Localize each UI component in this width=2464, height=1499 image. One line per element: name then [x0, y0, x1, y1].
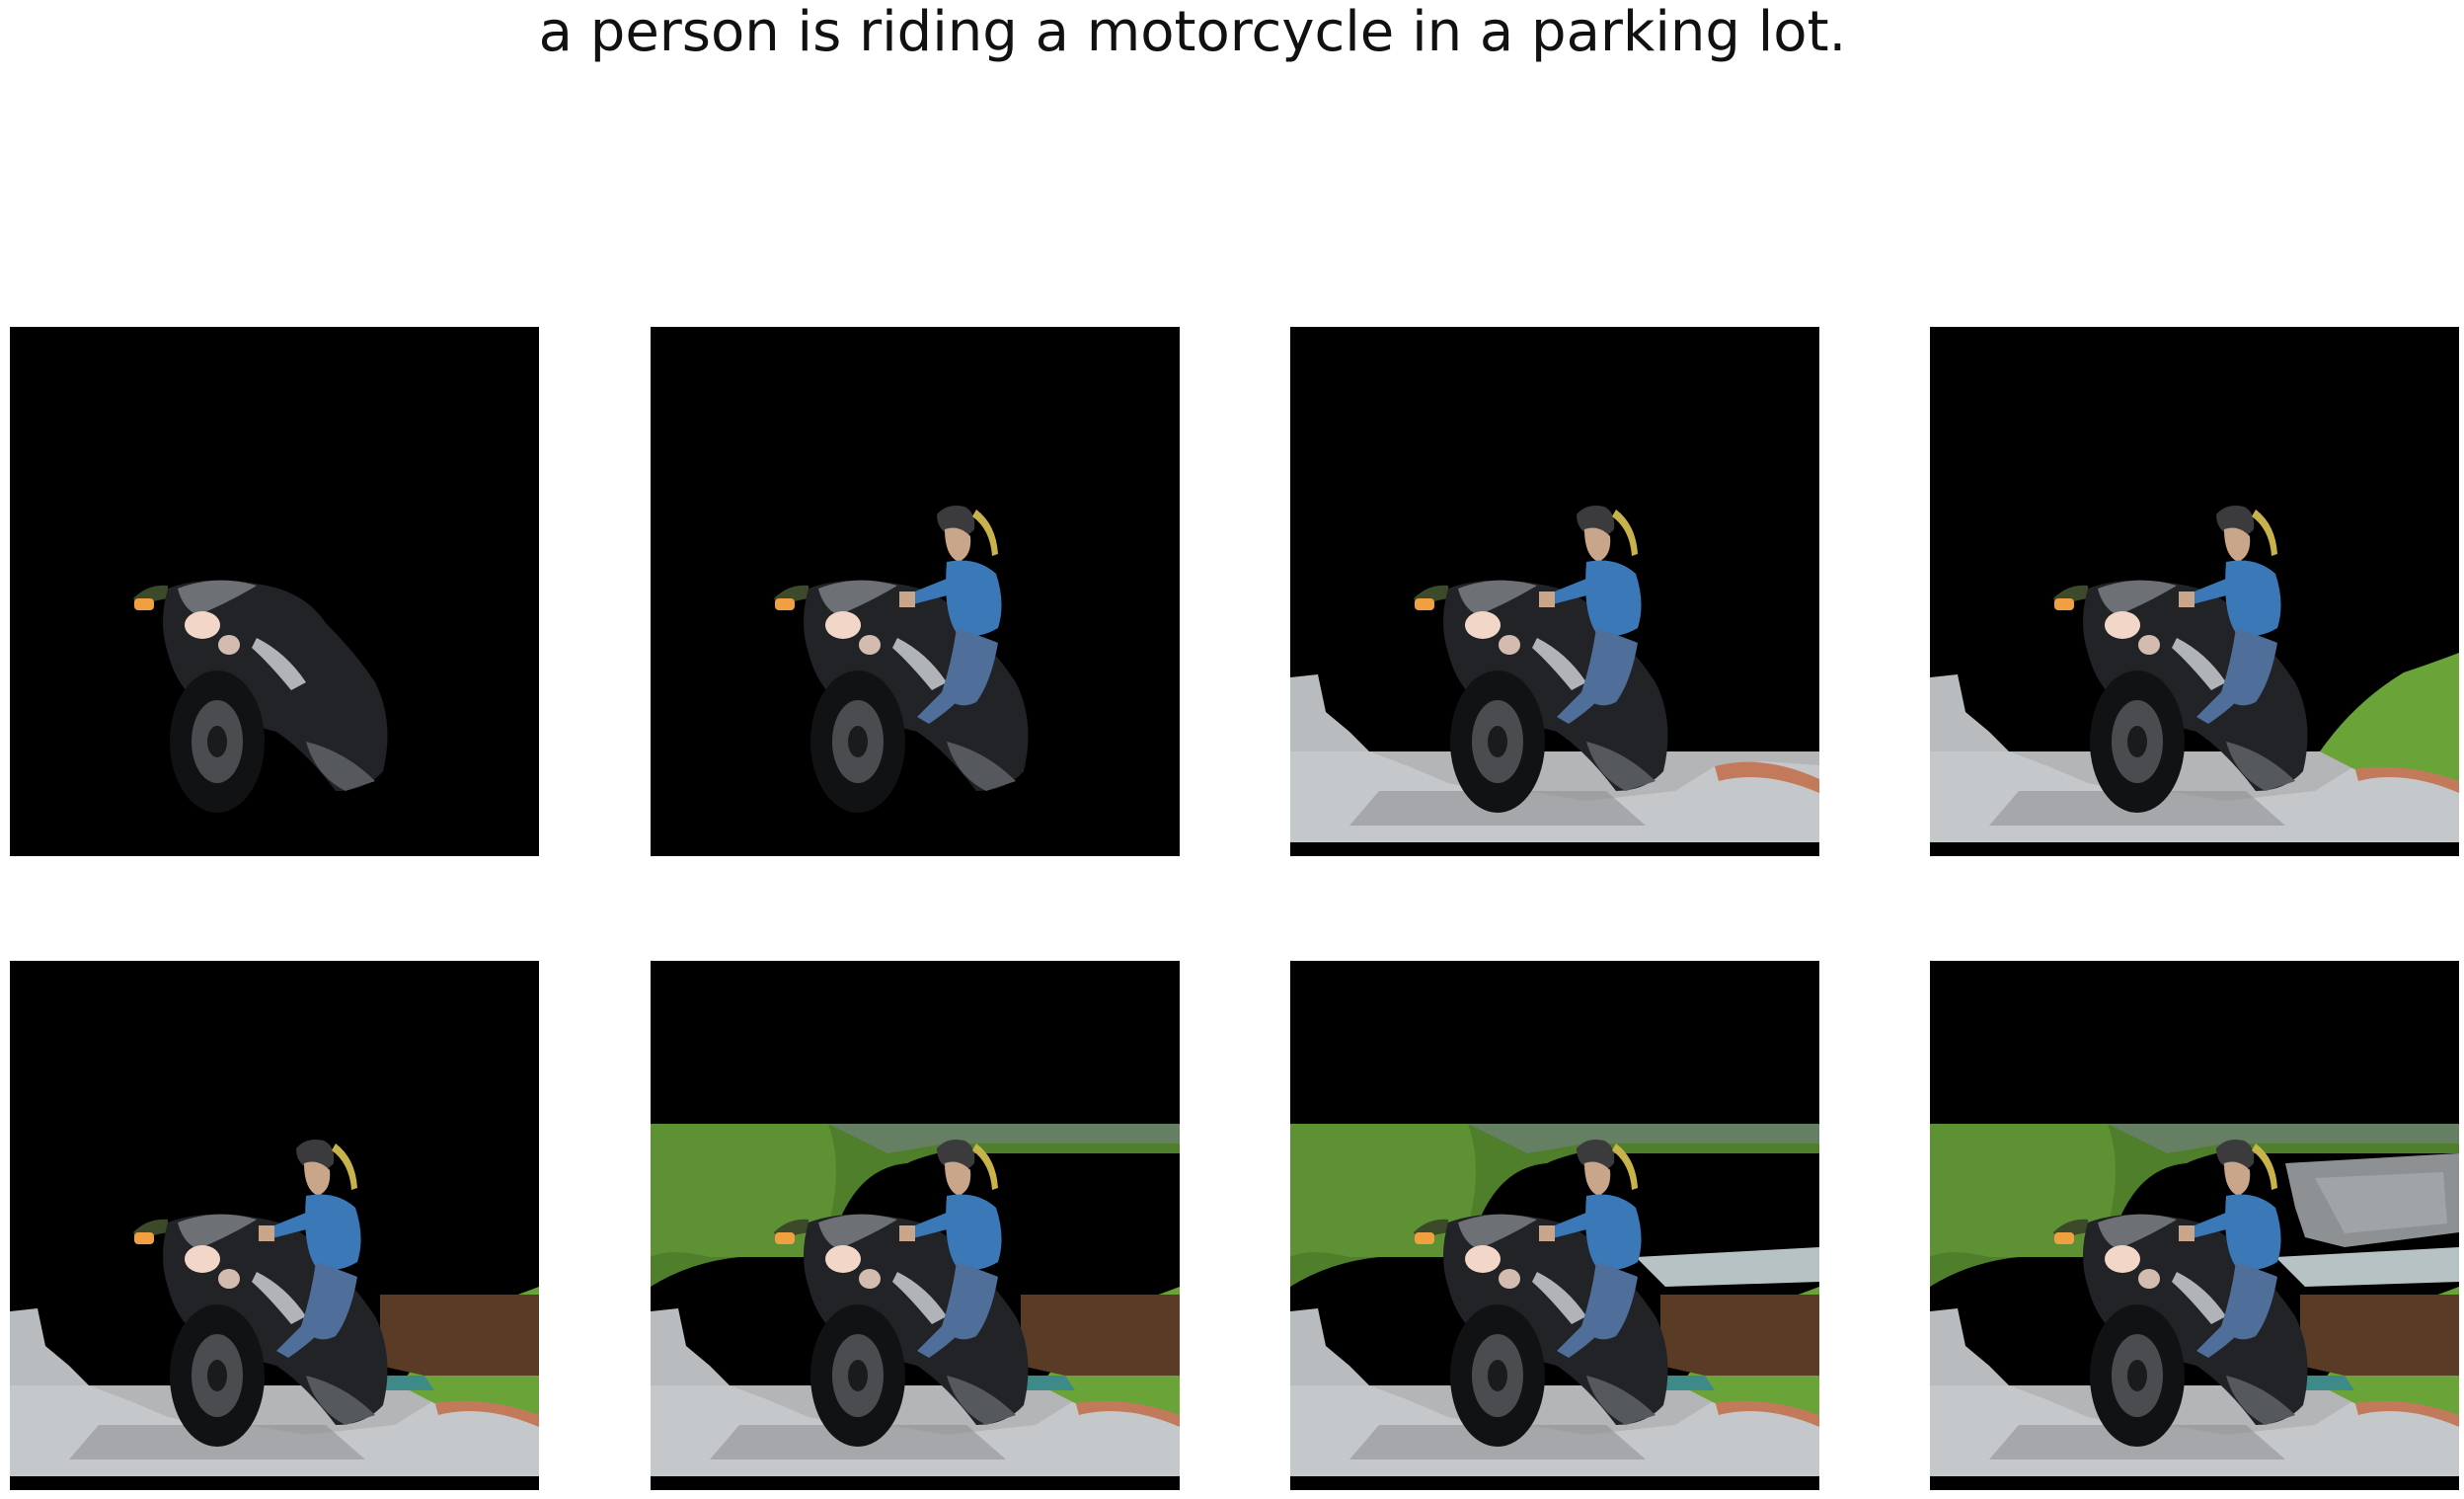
- bottom-strip: [1930, 1476, 2459, 1490]
- figure-caption: a person is riding a motorcycle in a par…: [538, 0, 1847, 64]
- panel-image: [1290, 327, 1819, 856]
- panel-image: [10, 327, 539, 856]
- segmentation-panel-6: [651, 961, 1180, 1490]
- bottom-strip: [1930, 842, 2459, 856]
- segmentation-panel-8: [1930, 961, 2459, 1490]
- segmentation-panel-7: [1290, 961, 1819, 1490]
- panel-image: [651, 327, 1180, 856]
- segmentation-panel-3: [1290, 327, 1819, 856]
- panel-image: [1930, 961, 2459, 1490]
- panel-image: [10, 961, 539, 1490]
- panel-image: [1930, 327, 2459, 856]
- bottom-strip: [1290, 1476, 1819, 1490]
- segmentation-panel-2: [651, 327, 1180, 856]
- segmentation-panel-4: [1930, 327, 2459, 856]
- panel-image: [651, 961, 1180, 1490]
- panel-image: [1290, 961, 1819, 1490]
- bottom-strip: [651, 1476, 1180, 1490]
- segmentation-panel-1: [10, 327, 539, 856]
- layer-texture: [2285, 1153, 2459, 1247]
- bottom-strip: [10, 1476, 539, 1490]
- bottom-strip: [1290, 842, 1819, 856]
- segmentation-panel-5: [10, 961, 539, 1490]
